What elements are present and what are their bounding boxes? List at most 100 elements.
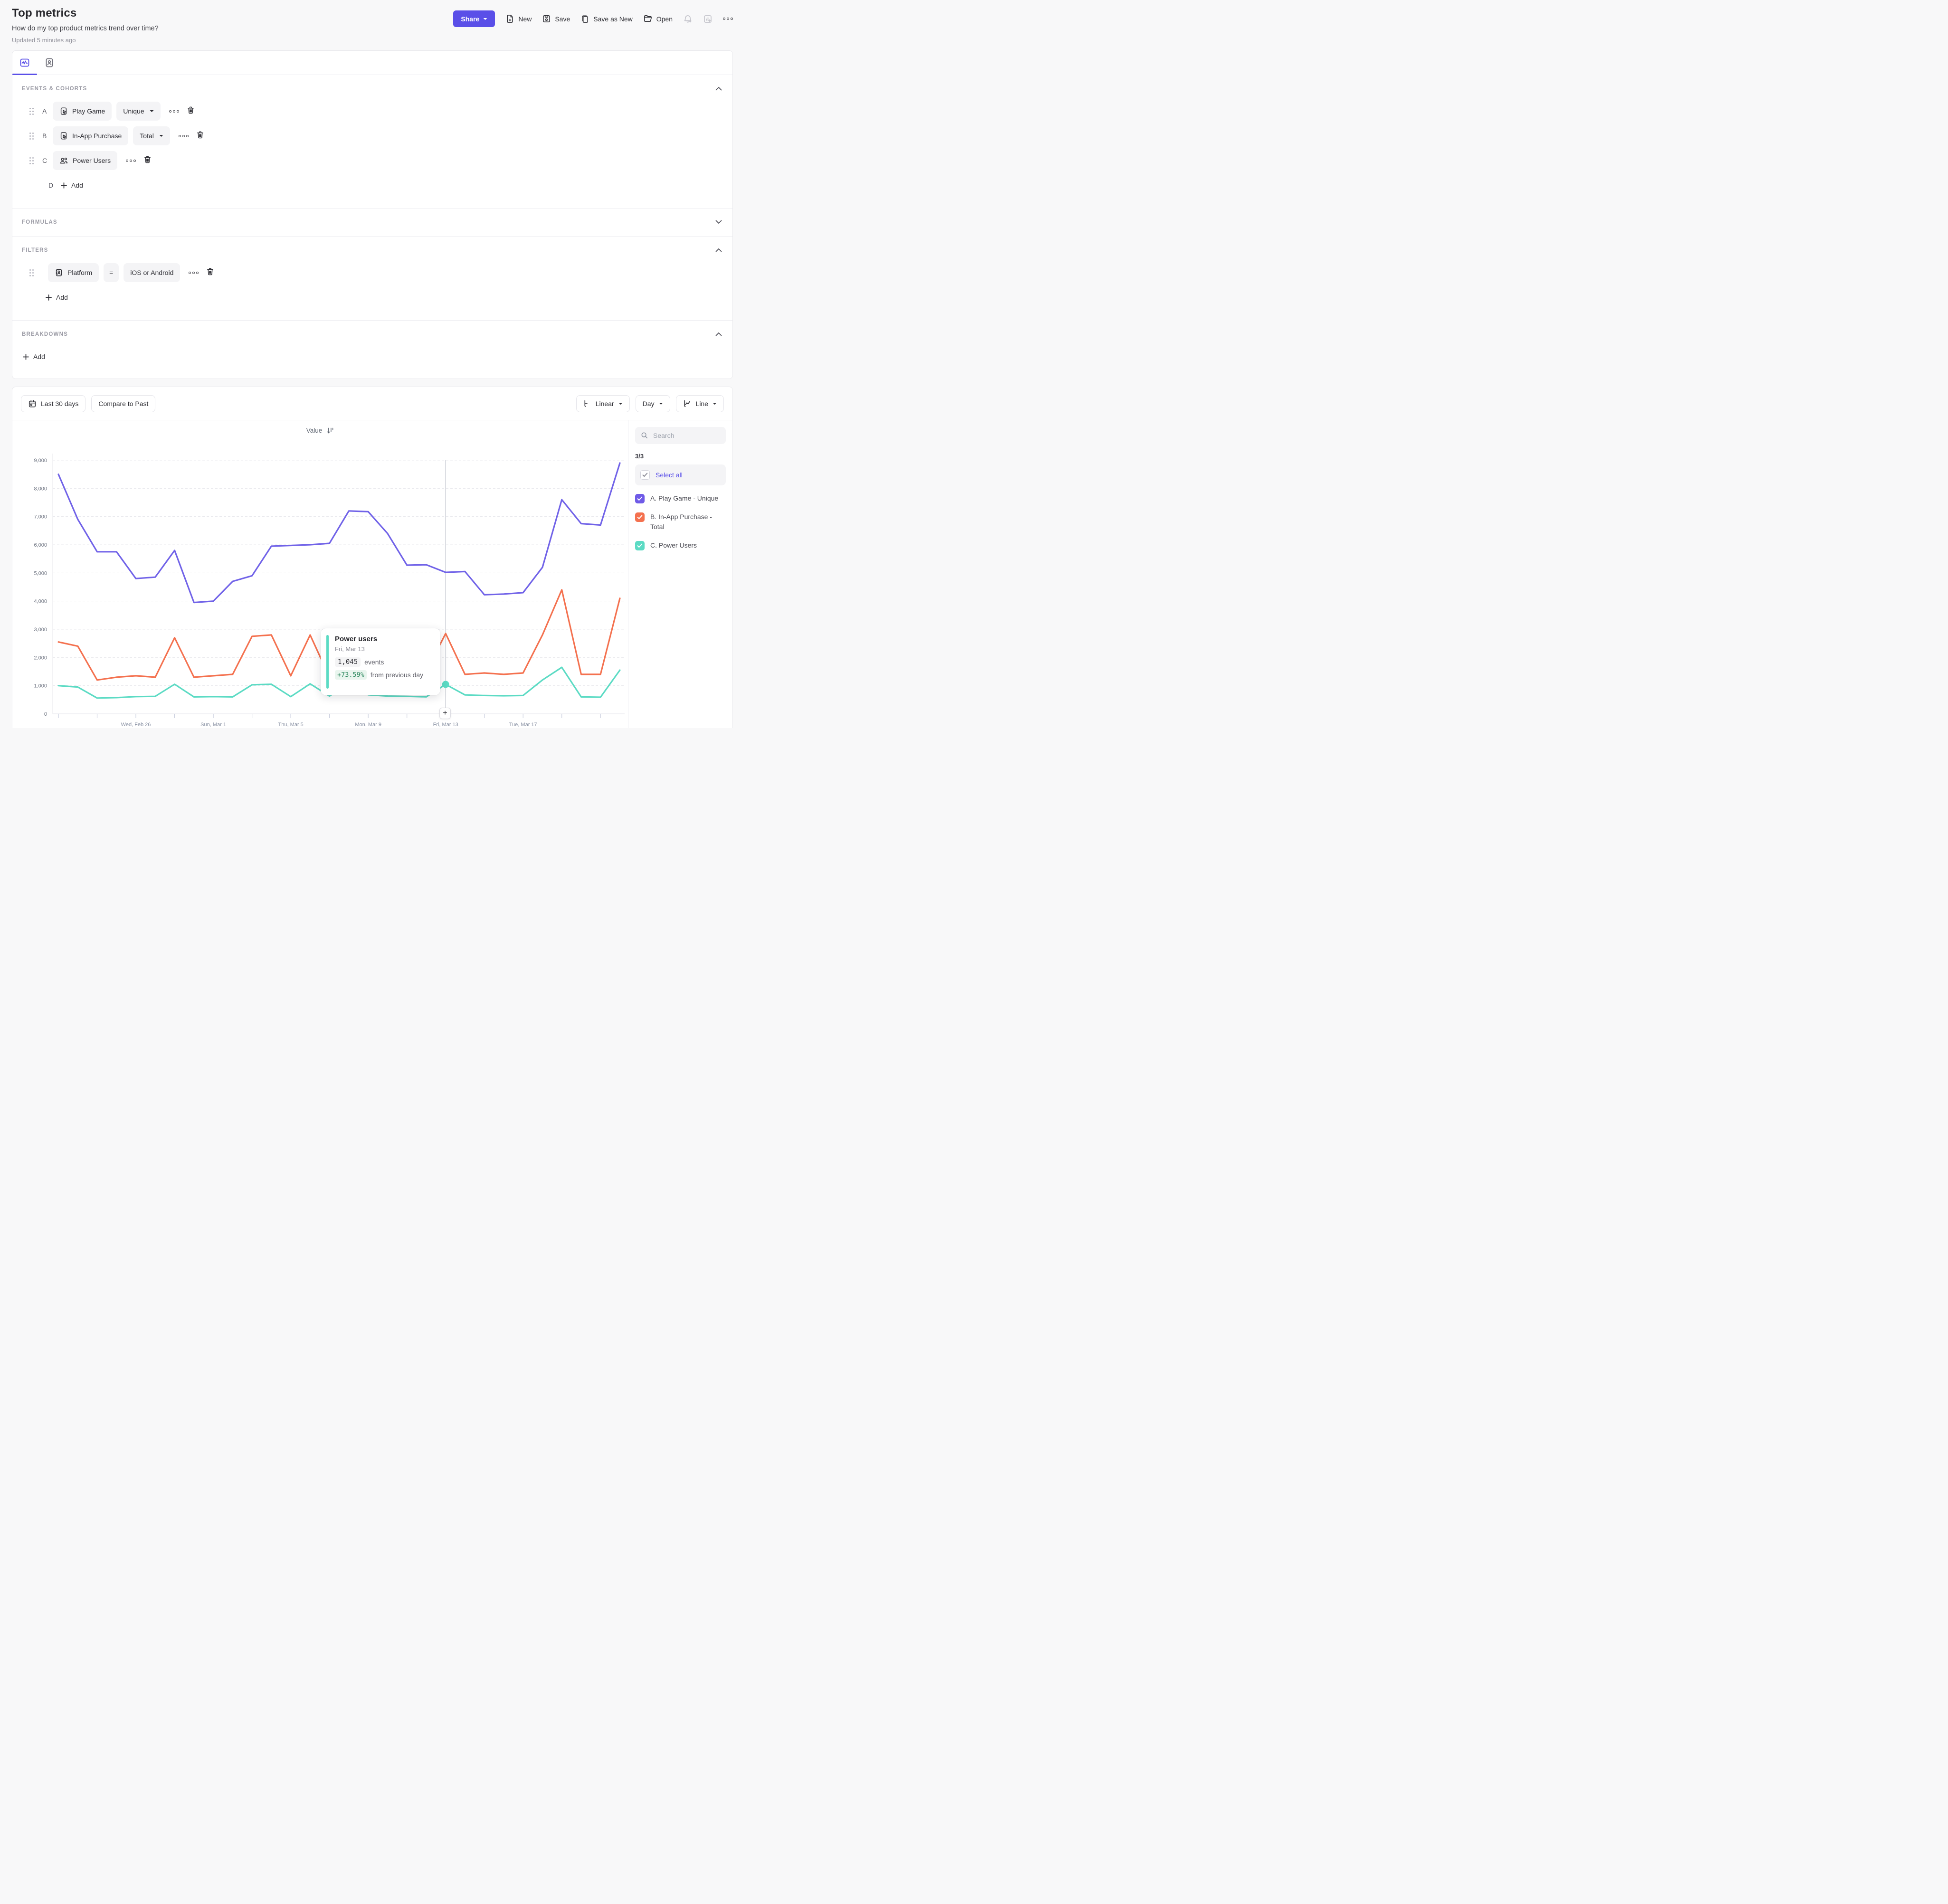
filters-section: FILTERS Platform = iOS or Android — [12, 237, 732, 320]
expand-formulas-chevron-icon[interactable] — [715, 218, 722, 227]
event-chip-label: In-App Purchase — [72, 132, 122, 140]
tab-events-metrics[interactable] — [12, 51, 37, 75]
plot-pane: Value 01,0002,0003,0004,0005,0006,0007,0… — [12, 420, 628, 728]
tooltip-unit: events — [364, 658, 384, 666]
row-more-options-button[interactable] — [179, 135, 189, 137]
compare-to-past-label: Compare to Past — [98, 400, 148, 407]
svg-text:0: 0 — [44, 711, 47, 717]
select-all-row[interactable]: Select all — [635, 464, 726, 485]
delete-row-icon[interactable] — [187, 106, 195, 117]
row-more-options-button[interactable] — [126, 160, 136, 162]
formulas-section: FORMULAS — [12, 208, 732, 236]
open-button[interactable]: Open — [643, 14, 673, 23]
chart-type-selector-button[interactable]: Line — [676, 395, 724, 412]
filter-property-chip[interactable]: Platform — [48, 263, 99, 282]
profile-tab-icon — [44, 57, 55, 68]
aggregation-chip-unique[interactable]: Unique — [116, 102, 160, 121]
alerts-button[interactable] — [683, 14, 693, 24]
share-button[interactable]: Share — [453, 10, 495, 27]
event-letter: C — [42, 157, 53, 164]
plus-icon — [61, 182, 67, 189]
add-annotation-button[interactable]: + — [439, 708, 451, 719]
row-more-options-button[interactable] — [189, 272, 199, 274]
select-all-checkbox[interactable] — [640, 470, 650, 480]
event-click-icon — [59, 107, 68, 115]
delete-row-icon[interactable] — [143, 155, 152, 166]
interval-selector-button[interactable]: Day — [636, 395, 670, 412]
add-filter-button[interactable]: Add — [46, 294, 68, 301]
svg-text:3,000: 3,000 — [34, 627, 47, 633]
search-icon — [641, 432, 648, 439]
cohort-chip-power-users[interactable]: Power Users — [53, 151, 117, 170]
filter-value-label: iOS or Android — [130, 269, 173, 276]
svg-text:Fri, Mar 13: Fri, Mar 13 — [433, 722, 458, 728]
svg-text:Thu, Mar 5: Thu, Mar 5 — [278, 722, 304, 728]
select-all-label: Select all — [656, 471, 683, 479]
save-as-new-button[interactable]: Save as New — [580, 14, 632, 23]
legend-item-b[interactable]: B. In-App Purchase - Total — [635, 512, 726, 532]
legend-item-c[interactable]: C. Power Users — [635, 540, 726, 551]
date-range-label: Last 30 days — [41, 400, 78, 407]
svg-text:2,000: 2,000 — [34, 655, 47, 661]
interval-label: Day — [643, 400, 655, 407]
drag-handle[interactable] — [29, 133, 34, 140]
chevron-down-icon — [659, 402, 663, 405]
series-label: A. Play Game - Unique — [650, 493, 718, 504]
save-button-label: Save — [555, 15, 570, 23]
legend-item-a[interactable]: A. Play Game - Unique — [635, 493, 726, 504]
chart-plus-icon — [703, 14, 713, 24]
save-as-new-button-label: Save as New — [593, 15, 632, 23]
series-checkbox[interactable] — [635, 541, 645, 550]
legend-search[interactable] — [635, 427, 726, 444]
tab-user-profiles[interactable] — [37, 51, 62, 75]
chevron-down-icon — [713, 402, 717, 405]
tooltip-date: Fri, Mar 13 — [335, 645, 433, 653]
row-more-options-button[interactable] — [169, 110, 179, 113]
value-sort-header[interactable]: Value — [12, 420, 628, 441]
collapse-filters-chevron-icon[interactable] — [715, 246, 722, 255]
drag-handle[interactable] — [29, 269, 34, 276]
event-chip-in-app-purchase[interactable]: In-App Purchase — [53, 126, 128, 145]
svg-text:1,000: 1,000 — [34, 683, 47, 689]
formulas-label: FORMULAS — [22, 219, 57, 225]
add-event-button[interactable]: Add — [61, 181, 83, 189]
legend-pane: 3/3 Select all A. Play Game - UniqueB. I… — [628, 420, 732, 728]
new-button[interactable]: New — [505, 14, 532, 23]
filter-operator-chip[interactable]: = — [104, 263, 119, 282]
series-checkbox[interactable] — [635, 512, 645, 522]
delete-row-icon[interactable] — [196, 131, 204, 142]
aggregation-chip-total[interactable]: Total — [133, 126, 170, 145]
add-to-board-button[interactable] — [703, 14, 713, 24]
legend-search-input[interactable] — [653, 432, 715, 439]
collapse-breakdowns-chevron-icon[interactable] — [715, 330, 722, 339]
svg-text:Sun, Mar 1: Sun, Mar 1 — [200, 722, 226, 728]
collapse-events-chevron-icon[interactable] — [715, 85, 722, 93]
chart-type-label: Line — [696, 400, 708, 407]
date-range-button[interactable]: Last 30 days — [21, 395, 86, 412]
add-breakdown-button[interactable]: Add — [23, 353, 45, 360]
svg-text:9,000: 9,000 — [34, 458, 47, 464]
svg-text:6,000: 6,000 — [34, 542, 47, 548]
add-event-label: Add — [71, 181, 83, 189]
save-button[interactable]: Save — [542, 14, 570, 23]
event-row-d-add: D Add — [12, 176, 732, 195]
event-chip-play-game[interactable]: Play Game — [53, 102, 112, 121]
new-button-label: New — [518, 15, 532, 23]
chart-controls: Last 30 days Compare to Past Linear Day — [12, 387, 732, 420]
compare-to-past-button[interactable]: Compare to Past — [91, 395, 155, 412]
series-checkbox[interactable] — [635, 494, 645, 503]
drag-handle[interactable] — [29, 157, 34, 164]
topbar: Top metrics How do my top product metric… — [0, 0, 745, 44]
event-chip-label: Play Game — [72, 107, 105, 115]
share-button-label: Share — [461, 15, 479, 23]
delete-filter-icon[interactable] — [206, 267, 214, 278]
svg-text:Mon, Mar 9: Mon, Mar 9 — [355, 722, 381, 728]
breakdowns-label: BREAKDOWNS — [22, 332, 68, 337]
page-subtitle: How do my top product metrics trend over… — [12, 25, 159, 32]
cohort-row-c: C Power Users — [12, 151, 732, 170]
plus-icon — [46, 294, 52, 301]
scale-selector-button[interactable]: Linear — [576, 395, 630, 412]
filter-value-chip[interactable]: iOS or Android — [124, 263, 180, 282]
more-options-button[interactable] — [723, 18, 733, 20]
drag-handle[interactable] — [29, 108, 34, 115]
